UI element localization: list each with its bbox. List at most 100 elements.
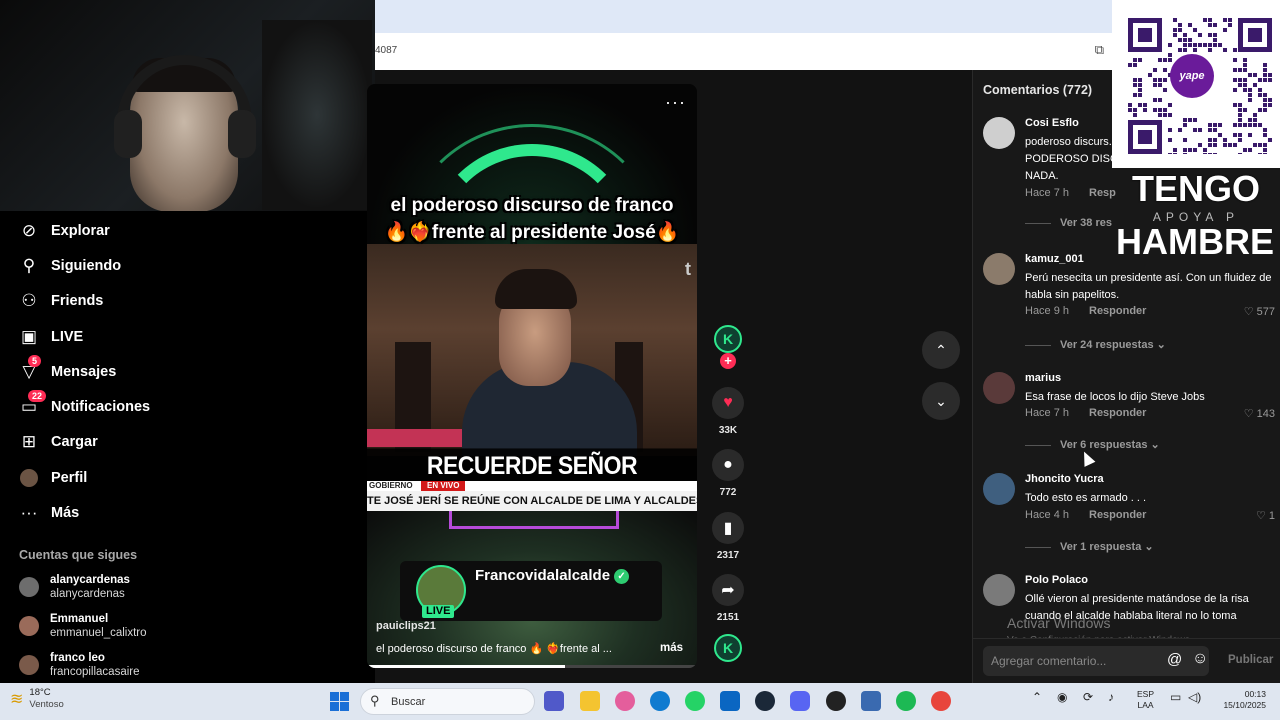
sidebar-item-explorar[interactable]: ⊘ Explorar [18,213,358,248]
comment-action[interactable]: ● 772 [710,449,746,498]
publish-button[interactable]: Publicar [1228,654,1273,666]
sidebar-item-mensajes[interactable]: ▽ 5 Mensajes [18,354,358,389]
sidebar-item-label: Cargar [51,434,98,451]
live-name: Francovidalalcalde ✓ [475,567,630,584]
avatar[interactable] [983,473,1015,505]
video-progress-bar[interactable] [367,665,697,668]
sidebar-item-friends[interactable]: ⚇ Friends [18,284,358,319]
copilot-icon[interactable] [615,691,635,711]
heart-outline-icon: ♡ [1243,306,1257,318]
live-badge: LIVE [422,605,455,618]
tray-app-icon[interactable]: ◉ [1057,690,1067,704]
reply-button[interactable]: Responder [1089,305,1146,317]
reply-button[interactable]: Responder [1089,407,1146,419]
video-progress-fill [367,665,565,668]
music-disc-icon[interactable]: K [714,634,742,662]
calculator-icon[interactable] [861,691,881,711]
teams-icon[interactable] [544,691,564,711]
reply-button[interactable]: Responder [1089,509,1146,521]
taskbar-clock[interactable]: 00:13 15/10/2025 [1212,689,1266,711]
sidebar: ⊘ Explorar ⚲ Siguiendo ⚇ Friends ▣ LIVE … [0,0,375,683]
avatar[interactable] [983,253,1015,285]
view-replies-button[interactable]: Ver 6 respuestas ⌄ [1025,438,1160,451]
store-icon[interactable] [720,691,740,711]
weather-widget[interactable]: ≋ 18°C Ventoso [10,687,64,711]
obs-icon[interactable] [826,691,846,711]
save-action[interactable]: ▮ 2317 [710,512,746,561]
following-account[interactable]: Emmanuel emmanuel_calixtro [19,612,147,640]
microphone-icon[interactable]: ♪ [1108,690,1114,704]
windows-taskbar: ≋ 18°C Ventoso ⚲ Buscar ⌃ ◉ ⟳ ♪ ESP LAA ▭… [0,683,1280,720]
view-replies-button[interactable]: Ver 24 respuestas ⌄ [1025,338,1166,351]
comment-time: Hace 4 h [1025,509,1070,521]
comment-time: Hace 7 h [1025,187,1070,199]
spotify-icon[interactable] [896,691,916,711]
video-author[interactable]: pauiclips21 [376,620,436,632]
sidebar-item-mas[interactable]: ··· Más [18,495,358,530]
chevron-up-icon: ⌃ [935,341,947,358]
sidebar-item-cargar[interactable]: ⊞ Cargar [18,425,358,460]
comment-author[interactable]: kamuz_001 [1025,253,1084,265]
comment-like-count: 577 [1256,306,1275,318]
share-icon: ➦ [712,574,744,606]
following-account[interactable]: alanycardenas alanycardenas [19,573,130,601]
network-icon[interactable]: ▭ [1170,690,1181,704]
share-action[interactable]: ➦ 2151 [710,574,746,623]
tray-sync-icon[interactable]: ⟳ [1083,690,1093,704]
more-dots-icon: ··· [20,503,38,523]
comment-like[interactable]: ♡ 143 [1244,407,1275,420]
mention-icon[interactable]: @ [1167,651,1182,668]
following-account[interactable]: franco leo francopillacasaire [19,651,140,679]
live-name-text: Francovidalalcalde [475,567,611,584]
file-explorer-icon[interactable] [580,691,600,711]
caption-more-link[interactable]: más [660,642,683,654]
more-options-icon[interactable]: ··· [665,92,686,113]
view-replies-button[interactable]: Ver 38 res [1025,217,1112,229]
sidebar-item-notificaciones[interactable]: ▭ 22 Notificaciones [18,389,358,424]
sidebar-item-siguiendo[interactable]: ⚲ Siguiendo [18,248,358,283]
edge-icon[interactable] [650,691,670,711]
overlay-text-tengo: TENGO [1131,168,1260,209]
volume-icon[interactable]: ◁) [1188,690,1201,704]
follow-plus-button[interactable]: + [720,353,736,369]
donation-qr-panel: yape [1112,0,1280,168]
avatar[interactable] [983,117,1015,149]
weather-temp: 18°C [29,687,51,698]
taskbar-search[interactable]: ⚲ Buscar [360,688,535,715]
like-action[interactable]: ♥ 33K [710,387,746,436]
creator-avatar[interactable]: K [714,325,742,353]
comment-time: Hace 9 h [1025,305,1070,317]
whatsapp-icon[interactable] [685,691,705,711]
previous-video-button[interactable]: ⌃ [922,331,960,369]
weather-icon: ≋ [10,691,24,708]
install-app-icon[interactable]: ⧉ [1095,42,1104,58]
comments-header: Comentarios (772) [983,83,1093,97]
sidebar-item-label: Siguiendo [51,257,122,274]
emoji-icon[interactable]: ☺ [1192,650,1208,668]
discord-icon[interactable] [790,691,810,711]
comment-author[interactable]: Polo Polaco [1025,574,1088,586]
comment-author[interactable]: marius [1025,372,1061,384]
sidebar-item-perfil[interactable]: Perfil [18,460,358,495]
show-hidden-icons[interactable]: ⌃ [1032,690,1042,704]
view-replies-button[interactable]: Ver 1 respuesta ⌄ [1025,540,1154,553]
next-video-button[interactable]: ⌄ [922,382,960,420]
chrome-icon[interactable] [931,691,951,711]
sidebar-item-label: LIVE [51,328,84,345]
windows-start-button[interactable] [330,692,349,711]
webcam-overlay [0,0,375,211]
news-subrow: GOBIERNO EN VIVO [367,481,697,491]
comment-author[interactable]: Cosi Esflo [1025,117,1079,129]
language-indicator[interactable]: ESP LAA [1137,689,1154,711]
avatar[interactable] [983,372,1015,404]
steam-icon[interactable] [755,691,775,711]
share-count: 2151 [716,612,740,623]
avatar[interactable] [983,574,1015,606]
address-bar-text[interactable]: 4087 [375,45,397,56]
comment-author[interactable]: Jhoncito Yucra [1025,473,1104,485]
comment-like[interactable]: ♡ 577 [1244,305,1275,318]
video-player[interactable]: el poderoso discurso de franco 🔥❤️‍🔥fren… [367,84,697,668]
avatar [19,616,39,636]
comment-like[interactable]: ♡ 1 [1256,509,1275,522]
sidebar-item-live[interactable]: ▣ LIVE [18,319,358,354]
